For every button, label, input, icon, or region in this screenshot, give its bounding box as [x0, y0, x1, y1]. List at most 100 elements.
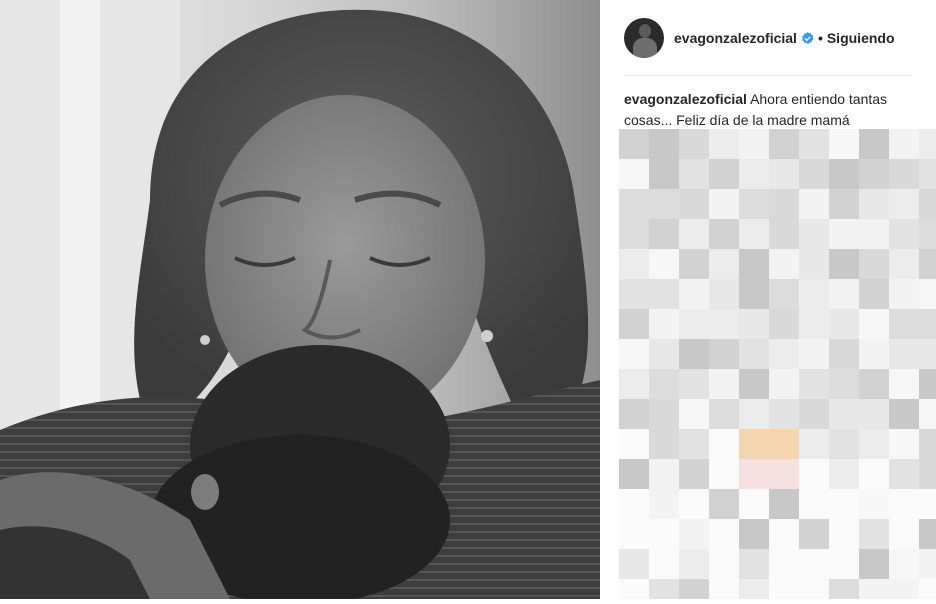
- mosaic-block: [769, 519, 799, 549]
- mosaic-block: [889, 399, 919, 429]
- mosaic-block: [919, 159, 936, 189]
- mosaic-block: [739, 429, 769, 459]
- mosaic-block: [649, 129, 679, 159]
- mosaic-block: [619, 489, 649, 519]
- mosaic-block: [619, 519, 649, 549]
- pixel-mosaic: [619, 129, 936, 604]
- mosaic-block: [769, 339, 799, 369]
- mosaic-block: [919, 249, 936, 279]
- mosaic-block: [619, 399, 649, 429]
- mosaic-block: [799, 219, 829, 249]
- mosaic-block: [889, 279, 919, 309]
- mosaic-block: [889, 189, 919, 219]
- mosaic-block: [859, 519, 889, 549]
- mosaic-block: [679, 429, 709, 459]
- mosaic-block: [829, 579, 859, 604]
- mosaic-block: [829, 309, 859, 339]
- mosaic-block: [859, 429, 889, 459]
- mosaic-block: [799, 249, 829, 279]
- caption-username[interactable]: evagonzalezoficial: [624, 91, 747, 107]
- mosaic-block: [679, 309, 709, 339]
- mosaic-block: [649, 189, 679, 219]
- following-button[interactable]: Siguiendo: [827, 30, 895, 46]
- photo-illustration: [0, 0, 600, 599]
- mosaic-block: [769, 489, 799, 519]
- mosaic-block: [889, 579, 919, 604]
- mosaic-block: [679, 279, 709, 309]
- mosaic-block: [799, 279, 829, 309]
- mosaic-block: [769, 219, 799, 249]
- mosaic-block: [619, 189, 649, 219]
- mosaic-block: [829, 399, 859, 429]
- mosaic-block: [859, 459, 889, 489]
- mosaic-block: [799, 459, 829, 489]
- mosaic-block: [829, 159, 859, 189]
- mosaic-block: [769, 369, 799, 399]
- mosaic-block: [829, 519, 859, 549]
- mosaic-block: [709, 309, 739, 339]
- mosaic-block: [769, 279, 799, 309]
- mosaic-block: [829, 339, 859, 369]
- mosaic-block: [799, 369, 829, 399]
- mosaic-block: [649, 159, 679, 189]
- mosaic-block: [709, 339, 739, 369]
- mosaic-block: [769, 459, 799, 489]
- mosaic-block: [619, 279, 649, 309]
- mosaic-block: [769, 579, 799, 604]
- mosaic-block: [679, 459, 709, 489]
- mosaic-block: [679, 579, 709, 604]
- mosaic-block: [739, 249, 769, 279]
- mosaic-block: [829, 219, 859, 249]
- mosaic-block: [859, 279, 889, 309]
- mosaic-block: [649, 309, 679, 339]
- mosaic-block: [889, 459, 919, 489]
- mosaic-block: [709, 579, 739, 604]
- mosaic-block: [709, 219, 739, 249]
- mosaic-block: [619, 249, 649, 279]
- mosaic-block: [799, 309, 829, 339]
- header-divider: [624, 75, 912, 76]
- mosaic-block: [799, 189, 829, 219]
- mosaic-block: [649, 369, 679, 399]
- mosaic-block: [769, 189, 799, 219]
- mosaic-block: [889, 369, 919, 399]
- mosaic-block: [829, 429, 859, 459]
- mosaic-block: [889, 219, 919, 249]
- mosaic-block: [619, 339, 649, 369]
- mosaic-block: [679, 159, 709, 189]
- mosaic-block: [649, 249, 679, 279]
- mosaic-block: [799, 159, 829, 189]
- mosaic-block: [919, 579, 936, 604]
- mosaic-block: [709, 369, 739, 399]
- avatar[interactable]: [624, 18, 664, 58]
- mosaic-block: [619, 579, 649, 604]
- mosaic-block: [619, 429, 649, 459]
- mosaic-block: [829, 489, 859, 519]
- mosaic-block: [649, 519, 679, 549]
- mosaic-block: [859, 339, 889, 369]
- mosaic-block: [799, 549, 829, 579]
- mosaic-block: [919, 129, 936, 159]
- mosaic-block: [739, 129, 769, 159]
- mosaic-block: [769, 249, 799, 279]
- mosaic-block: [919, 549, 936, 579]
- mosaic-block: [649, 399, 679, 429]
- mosaic-block: [769, 399, 799, 429]
- mosaic-block: [859, 159, 889, 189]
- mosaic-block: [769, 549, 799, 579]
- mosaic-block: [859, 219, 889, 249]
- mosaic-block: [649, 339, 679, 369]
- mosaic-block: [769, 309, 799, 339]
- mosaic-block: [859, 549, 889, 579]
- mosaic-block: [889, 339, 919, 369]
- mosaic-block: [829, 549, 859, 579]
- mosaic-block: [709, 549, 739, 579]
- mosaic-block: [859, 189, 889, 219]
- username-link[interactable]: evagonzalezoficial: [674, 30, 797, 46]
- mosaic-block: [889, 519, 919, 549]
- mosaic-block: [649, 579, 679, 604]
- mosaic-block: [859, 399, 889, 429]
- mosaic-block: [679, 249, 709, 279]
- post-photo[interactable]: [0, 0, 600, 599]
- mosaic-block: [739, 549, 769, 579]
